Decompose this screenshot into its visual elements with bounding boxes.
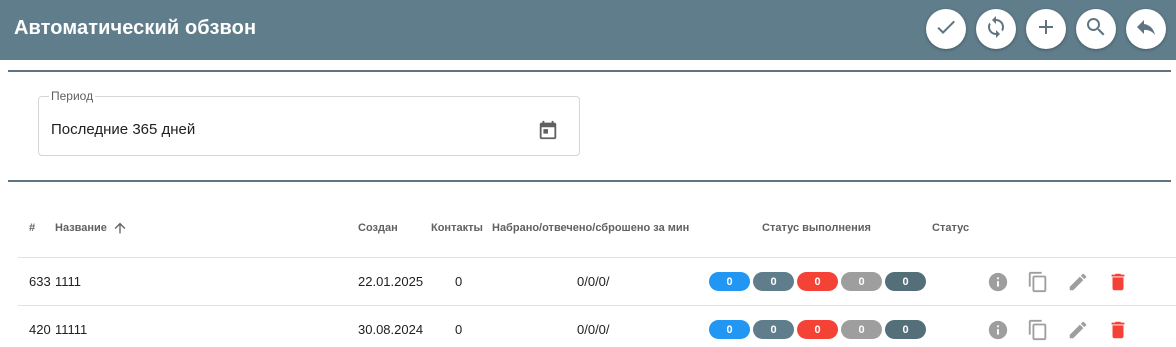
row-created: 30.08.2024 <box>358 322 424 337</box>
divider <box>8 180 1171 182</box>
delete-icon[interactable] <box>1106 270 1130 294</box>
info-icon[interactable] <box>986 270 1010 294</box>
period-field[interactable]: Период Последние 365 дней <box>38 89 580 156</box>
status-badge-in-progress: 0 <box>753 272 794 291</box>
column-header-number: # <box>29 222 36 234</box>
column-header-name[interactable]: Название <box>55 222 107 234</box>
row-name: 1111 <box>55 274 82 289</box>
period-label: Период <box>49 89 96 103</box>
period-value: Последние 365 дней <box>51 121 196 138</box>
column-header-status[interactable]: Статус <box>932 222 969 234</box>
confirm-button[interactable] <box>926 9 966 49</box>
column-header-created[interactable]: Создан <box>358 222 398 234</box>
delete-icon[interactable] <box>1106 318 1130 342</box>
reply-icon <box>1134 15 1158 44</box>
column-header-contacts[interactable]: Контакты <box>431 222 483 234</box>
status-badge-failed: 0 <box>797 272 838 291</box>
row-contacts: 0 <box>455 274 463 289</box>
row-created: 22.01.2025 <box>358 274 424 289</box>
status-badge-done: 0 <box>885 320 926 339</box>
status-badge-done: 0 <box>885 272 926 291</box>
sync-icon <box>984 15 1008 44</box>
calendar-icon[interactable] <box>537 119 559 141</box>
search-button[interactable] <box>1076 9 1116 49</box>
table-row[interactable]: 420 11111 30.08.2024 0 0/0/0/ 0 0 0 0 0 <box>0 306 1176 347</box>
refresh-button[interactable] <box>976 9 1016 49</box>
copy-icon[interactable] <box>1026 318 1050 342</box>
status-badge-in-progress: 0 <box>753 320 794 339</box>
check-icon <box>934 15 958 44</box>
status-badge-skipped: 0 <box>841 272 882 291</box>
copy-icon[interactable] <box>1026 270 1050 294</box>
info-icon[interactable] <box>986 318 1010 342</box>
page-title: Автоматический обзвон <box>14 17 257 39</box>
status-badge-failed: 0 <box>797 320 838 339</box>
arrow-up-icon[interactable] <box>112 220 128 236</box>
row-id: 633 <box>29 274 51 289</box>
row-contacts: 0 <box>455 322 463 337</box>
add-button[interactable] <box>1026 9 1066 49</box>
edit-icon[interactable] <box>1066 318 1090 342</box>
status-badge-queued: 0 <box>709 272 750 291</box>
search-icon <box>1084 15 1108 44</box>
row-dialed: 0/0/0/ <box>577 274 610 289</box>
back-button[interactable] <box>1126 9 1166 49</box>
row-id: 420 <box>29 322 51 337</box>
row-dialed: 0/0/0/ <box>577 322 610 337</box>
status-badge-queued: 0 <box>709 320 750 339</box>
divider <box>8 70 1171 72</box>
edit-icon[interactable] <box>1066 270 1090 294</box>
plus-icon <box>1034 15 1058 44</box>
app-header: Автоматический обзвон <box>0 0 1176 60</box>
table-row[interactable]: 633 1111 22.01.2025 0 0/0/0/ 0 0 0 0 0 <box>0 258 1176 304</box>
status-badge-skipped: 0 <box>841 320 882 339</box>
column-header-progress[interactable]: Статус выполнения <box>762 222 871 234</box>
column-header-dialed[interactable]: Набрано/отвечено/сброшено за мин <box>492 222 689 234</box>
row-name: 11111 <box>55 322 88 337</box>
